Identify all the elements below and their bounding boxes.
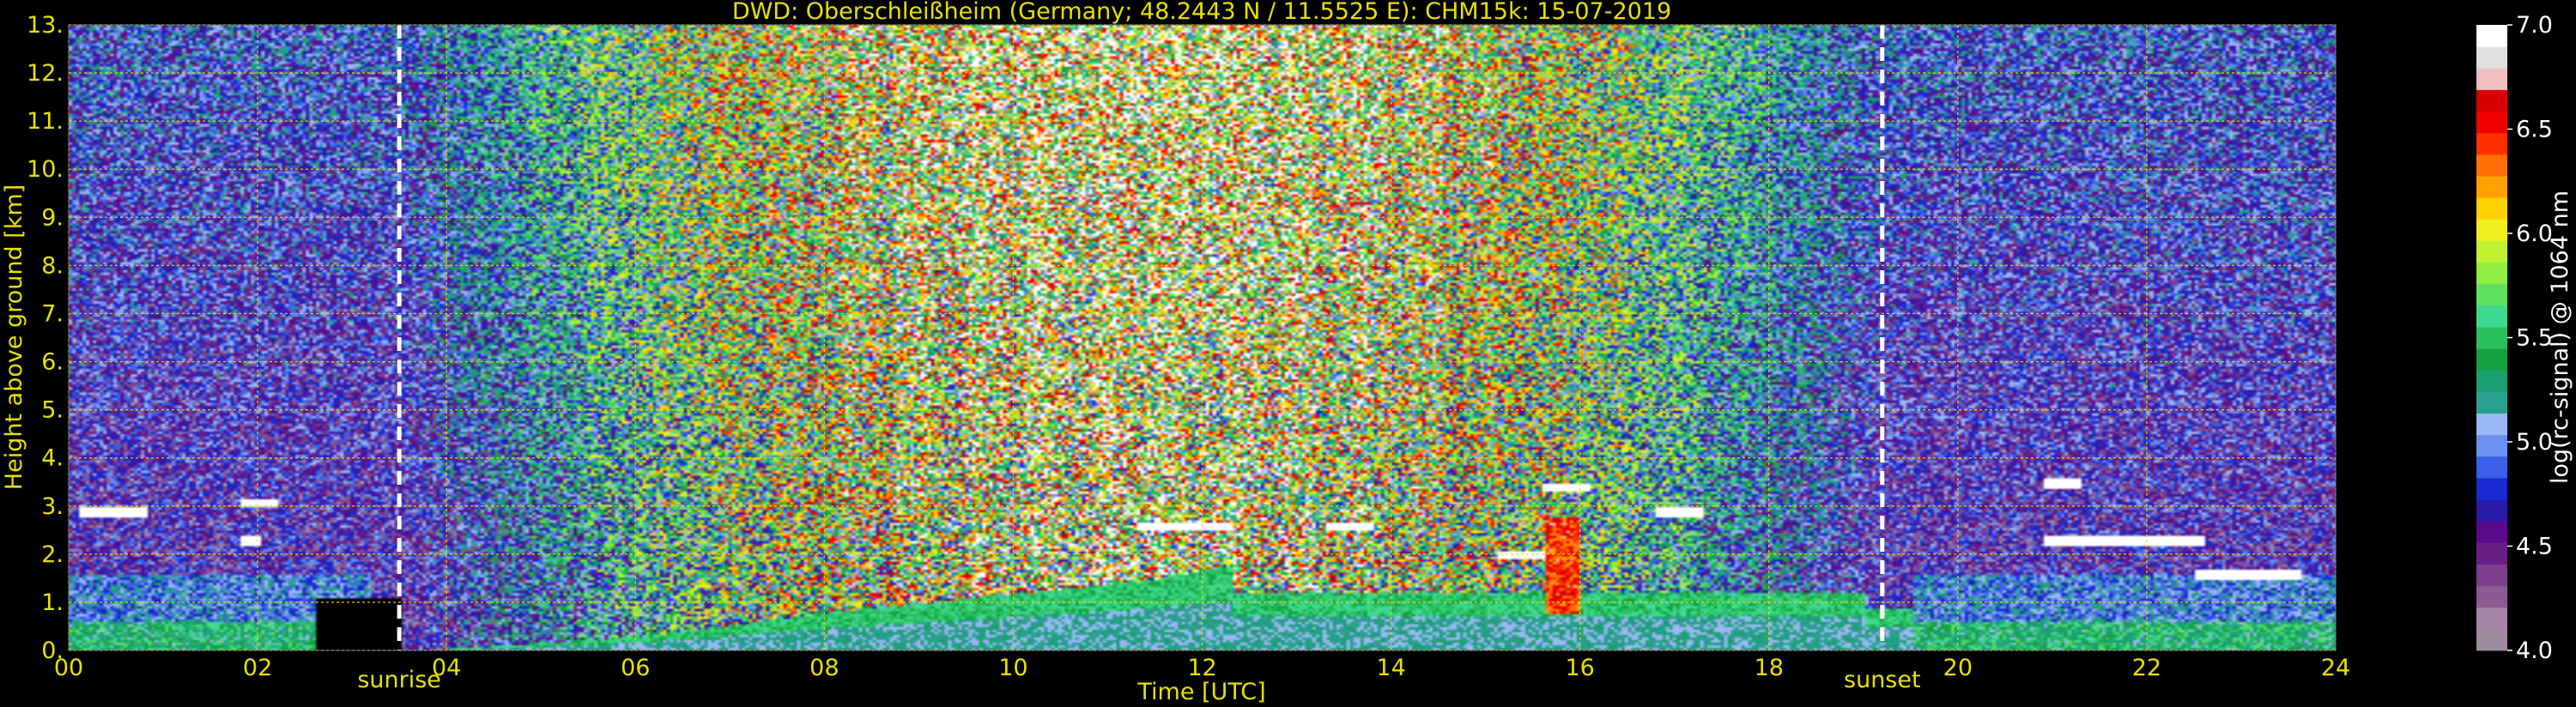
colorbar-segment [2476, 370, 2507, 392]
colorbar-segment [2476, 89, 2507, 112]
marker-label: sunset [1844, 667, 1921, 693]
colorbar-segment [2476, 413, 2507, 436]
colorbar-segment [2476, 197, 2507, 220]
colorbar-segment [2476, 219, 2507, 241]
colorbar-segment [2476, 521, 2507, 543]
x-tick-label: 14 [1376, 655, 1405, 681]
colorbar-segment [2476, 391, 2507, 414]
colorbar-segment [2476, 348, 2507, 371]
y-tick-label: 8. [41, 252, 64, 279]
x-tick-label: 06 [621, 655, 650, 681]
colorbar-segment [2476, 434, 2507, 457]
y-tick-label: 0. [41, 638, 64, 664]
colorbar-segment [2476, 240, 2507, 263]
x-tick-label: 02 [243, 655, 272, 681]
y-tick-label: 7. [41, 300, 64, 327]
x-tick-label: 18 [1755, 655, 1784, 681]
colorbar-segment [2476, 564, 2507, 587]
colorbar-segment [2476, 477, 2507, 500]
y-axis-label: Height above ground [km] [1, 184, 27, 490]
colorbar-segment [2476, 326, 2507, 349]
y-tick-label: 11. [27, 108, 64, 135]
colorbar-segment [2476, 25, 2507, 47]
colorbar-segment [2476, 628, 2507, 651]
colorbar-tick-label: 4.5 [2516, 534, 2553, 560]
colorbar-segment [2476, 305, 2507, 328]
colorbar-segment [2476, 499, 2507, 522]
colorbar-label: log(rc-signal) @ 1064 nm [2547, 190, 2573, 484]
y-tick-label: 13. [27, 12, 64, 39]
y-tick-label: 2. [41, 541, 64, 568]
y-tick-label: 9. [41, 204, 64, 231]
x-tick-label: 12 [1187, 655, 1216, 681]
x-tick-label: 20 [1943, 655, 1973, 681]
chart-title: DWD: Oberschleißheim (Germany; 48.2443 N… [732, 0, 1671, 25]
colorbar-segment [2476, 283, 2507, 306]
colorbar-segment [2476, 132, 2507, 155]
x-axis-label: Time [UTC] [1136, 679, 1265, 705]
colorbar-segment [2476, 68, 2507, 90]
y-tick-label: 5. [41, 397, 64, 424]
ceilometer-figure: DWD: Oberschleißheim (Germany; 48.2443 N… [0, 0, 2576, 707]
y-tick-label: 4. [41, 445, 64, 472]
x-tick-label: 10 [998, 655, 1027, 681]
x-tick-label: 08 [809, 655, 839, 681]
x-tick-label: 16 [1565, 655, 1594, 681]
colorbar-segment [2476, 607, 2507, 630]
colorbar-tick-label: 7.0 [2516, 12, 2553, 39]
colorbar-segment [2476, 175, 2507, 198]
marker-label: sunrise [357, 667, 441, 693]
y-tick-label: 12. [27, 60, 64, 87]
colorbar-segment [2476, 154, 2507, 177]
colorbar-segment [2476, 111, 2507, 134]
colorbar-segment [2476, 456, 2507, 479]
y-tick-label: 3. [41, 493, 64, 520]
colorbar [2476, 25, 2507, 651]
colorbar-segment [2476, 46, 2507, 69]
colorbar-segment [2476, 542, 2507, 565]
x-tick-label: 22 [2132, 655, 2161, 681]
y-tick-label: 6. [41, 349, 64, 376]
colorbar-segment [2476, 262, 2507, 285]
colorbar-tick-label: 4.0 [2516, 638, 2553, 664]
y-tick-label: 10. [27, 156, 64, 183]
colorbar-segment [2476, 585, 2507, 608]
colorbar-tick-label: 6.5 [2516, 117, 2553, 143]
y-tick-label: 1. [41, 589, 64, 616]
x-tick-label: 24 [2321, 655, 2350, 681]
